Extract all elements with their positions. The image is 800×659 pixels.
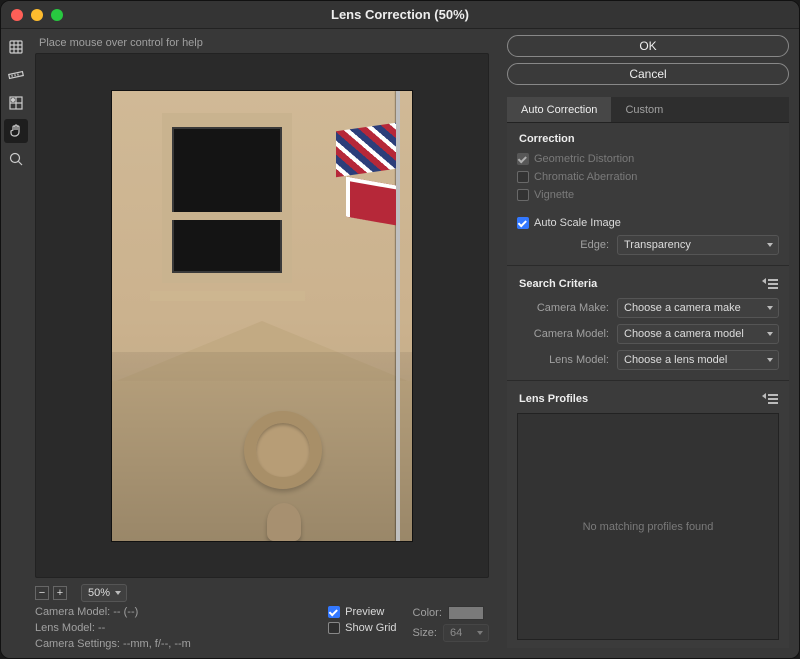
check-icon: [328, 606, 340, 618]
auto-scale-image-checkbox[interactable]: Auto Scale Image: [517, 217, 779, 229]
show-grid-checkbox[interactable]: Show Grid: [328, 622, 396, 634]
check-icon: [517, 153, 529, 165]
lens-correction-window: Lens Correction (50%) Place mouse over c…: [0, 0, 800, 659]
check-icon: [517, 217, 529, 229]
check-icon: [517, 171, 529, 183]
search-criteria-heading: Search Criteria: [517, 276, 597, 292]
lens-profiles-heading: Lens Profiles: [517, 391, 588, 407]
chromatic-aberration-checkbox[interactable]: Chromatic Aberration: [517, 171, 779, 183]
lens-profiles-list[interactable]: No matching profiles found: [517, 413, 779, 640]
profiles-empty-text: No matching profiles found: [583, 521, 714, 533]
edge-label: Edge:: [517, 239, 609, 251]
camera-model-select[interactable]: Choose a camera model: [617, 324, 779, 344]
geometric-distortion-checkbox[interactable]: Geometric Distortion: [517, 153, 779, 165]
lens-profiles-menu-icon[interactable]: [765, 394, 779, 404]
tab-auto-correction[interactable]: Auto Correction: [507, 97, 611, 122]
preview-checkbox[interactable]: Preview: [328, 606, 396, 618]
camera-settings-info: Camera Settings: --mm, f/--, --m: [35, 638, 312, 650]
traffic-lights: [11, 9, 63, 21]
size-label: Size:: [413, 627, 437, 639]
zoom-select[interactable]: 50%: [81, 584, 127, 602]
lens-model-info: Lens Model: --: [35, 622, 312, 634]
camera-make-select[interactable]: Choose a camera make: [617, 298, 779, 318]
help-hint: Place mouse over control for help: [35, 35, 489, 53]
color-label: Color:: [413, 607, 442, 619]
mode-tabs: Auto Correction Custom: [507, 97, 789, 123]
lens-model-select[interactable]: Choose a lens model: [617, 350, 779, 370]
lens-model-label: Lens Model:: [517, 354, 609, 366]
zoom-tool[interactable]: [4, 147, 28, 171]
remove-distortion-tool[interactable]: [4, 35, 28, 59]
correction-heading: Correction: [517, 131, 779, 147]
cancel-button[interactable]: Cancel: [507, 63, 789, 85]
minimize-window-button[interactable]: [31, 9, 43, 21]
camera-make-label: Camera Make:: [517, 302, 609, 314]
hand-tool[interactable]: [4, 119, 28, 143]
straighten-tool[interactable]: [4, 63, 28, 87]
move-grid-tool[interactable]: [4, 91, 28, 115]
zoom-in-button[interactable]: +: [53, 586, 67, 600]
tool-strip: [1, 29, 31, 658]
camera-model-label: Camera Model:: [517, 328, 609, 340]
preview-canvas[interactable]: [35, 53, 489, 578]
grid-color-swatch[interactable]: [448, 606, 484, 620]
vignette-checkbox[interactable]: Vignette: [517, 189, 779, 201]
edge-select[interactable]: Transparency: [617, 235, 779, 255]
grid-size-select[interactable]: 64: [443, 624, 489, 642]
zoom-window-button[interactable]: [51, 9, 63, 21]
check-icon: [328, 622, 340, 634]
tab-custom[interactable]: Custom: [611, 97, 677, 122]
window-title: Lens Correction (50%): [1, 7, 799, 22]
titlebar: Lens Correction (50%): [1, 1, 799, 29]
search-criteria-menu-icon[interactable]: [765, 279, 779, 289]
preview-image: [112, 91, 412, 541]
close-window-button[interactable]: [11, 9, 23, 21]
check-icon: [517, 189, 529, 201]
ok-button[interactable]: OK: [507, 35, 789, 57]
zoom-out-button[interactable]: −: [35, 586, 49, 600]
camera-model-info: Camera Model: -- (--): [35, 606, 312, 618]
